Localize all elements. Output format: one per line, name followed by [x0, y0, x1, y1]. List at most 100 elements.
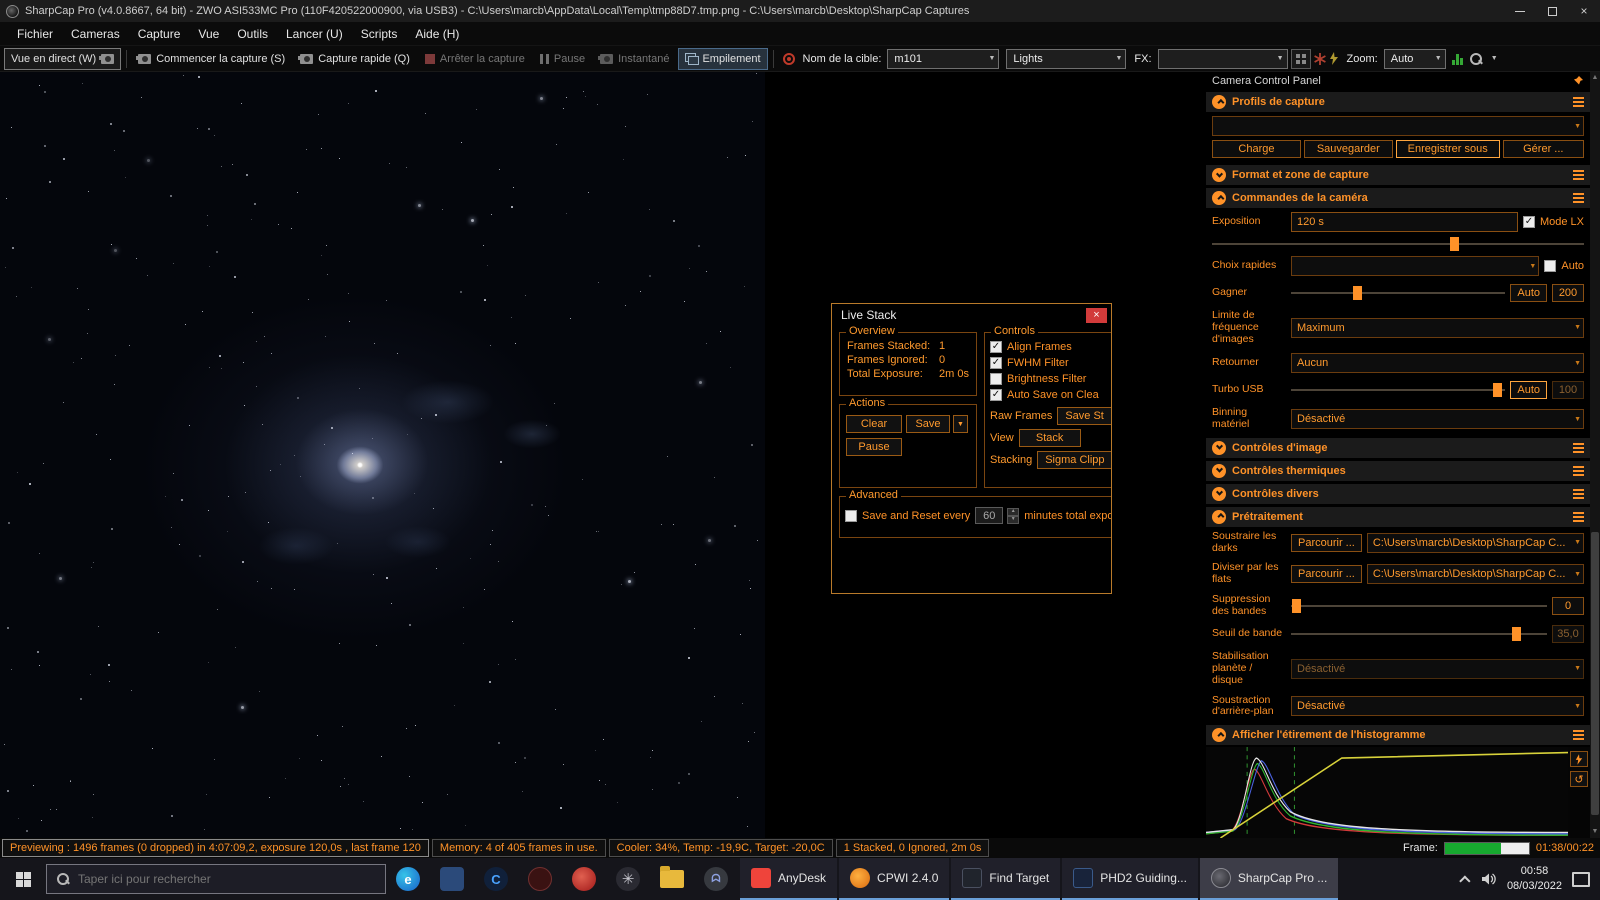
- usb-auto-button[interactable]: Auto: [1510, 381, 1547, 400]
- align-frames-checkbox[interactable]: ✓: [990, 341, 1002, 353]
- chevron-down-icon[interactable]: ▼: [1491, 55, 1498, 62]
- raw-frames-button[interactable]: Save St: [1057, 407, 1111, 425]
- fx-grid-button[interactable]: [1290, 48, 1311, 69]
- lightning-icon[interactable]: [1329, 52, 1339, 65]
- panel-scrollbar[interactable]: ▲ ▼: [1590, 72, 1600, 838]
- tray-expand-icon[interactable]: [1459, 875, 1471, 887]
- menu-vue[interactable]: Vue: [189, 24, 228, 44]
- taskbar-search[interactable]: [46, 864, 386, 894]
- section-controles-divers[interactable]: Contrôles divers: [1206, 483, 1590, 504]
- usb-turbo-slider[interactable]: [1291, 383, 1506, 398]
- taskbar-clock[interactable]: 00:58 08/03/2022: [1507, 864, 1562, 894]
- usb-value[interactable]: 100: [1552, 381, 1584, 400]
- flip-select[interactable]: Aucun ▼: [1291, 353, 1584, 374]
- scroll-up-arrow[interactable]: ▲: [1590, 72, 1600, 84]
- section-menu-icon[interactable]: [1573, 511, 1584, 522]
- clear-button[interactable]: Clear: [846, 415, 902, 433]
- gain-value[interactable]: 200: [1552, 284, 1584, 302]
- banding-threshold-value[interactable]: 35,0: [1552, 625, 1584, 644]
- frame-type-select[interactable]: Lights ▼: [1006, 48, 1127, 69]
- menu-cameras[interactable]: Cameras: [62, 24, 129, 44]
- taskbar-icon-discord[interactable]: ᗣ: [694, 858, 738, 900]
- search-input[interactable]: [78, 872, 376, 886]
- banding-suppression-slider[interactable]: [1291, 598, 1547, 613]
- reset-stretch-button[interactable]: ↺: [1570, 771, 1588, 787]
- pause-button[interactable]: Pause: [534, 48, 591, 70]
- section-menu-icon[interactable]: [1573, 442, 1584, 453]
- live-stack-close-button[interactable]: ×: [1086, 307, 1107, 323]
- minutes-input[interactable]: 60: [975, 507, 1004, 524]
- taskbar-app-phd2[interactable]: PHD2 Guiding...: [1062, 858, 1198, 900]
- save-dropdown-button[interactable]: ▼: [953, 415, 968, 433]
- section-menu-icon[interactable]: [1573, 193, 1584, 203]
- save-reset-checkbox[interactable]: ✓: [845, 509, 857, 522]
- planet-stabilization-select[interactable]: Désactivé ▼: [1291, 658, 1584, 679]
- darks-browse-button[interactable]: Parcourir ...: [1291, 533, 1362, 552]
- section-format-zone-capture[interactable]: Format et zone de capture: [1206, 165, 1590, 185]
- section-menu-icon[interactable]: [1573, 465, 1584, 476]
- taskbar-icon-app-red[interactable]: [562, 858, 606, 900]
- menu-capture[interactable]: Capture: [129, 24, 190, 44]
- banding-threshold-slider[interactable]: [1291, 627, 1547, 642]
- taskbar-app-sharpcap[interactable]: SharpCap Pro ...: [1199, 858, 1339, 900]
- menu-fichier[interactable]: Fichier: [8, 24, 62, 44]
- frame-rate-limit-select[interactable]: Maximum ▼: [1291, 317, 1584, 338]
- background-subtraction-select[interactable]: Désactivé ▼: [1291, 696, 1584, 717]
- pause-stack-button[interactable]: Pause: [846, 438, 902, 456]
- fx-select[interactable]: ▼: [1157, 48, 1288, 69]
- taskbar-app-cpwi[interactable]: CPWI 2.4.0: [839, 858, 950, 900]
- taskbar-app-find-target[interactable]: Find Target: [951, 858, 1061, 900]
- stacking-mode-button[interactable]: Sigma Clipp: [1037, 451, 1111, 469]
- maximize-button[interactable]: [1536, 0, 1568, 22]
- view-button[interactable]: Stack: [1018, 429, 1081, 447]
- histogram-widget[interactable]: ↺: [1206, 747, 1590, 838]
- clear-fx-asterisk-icon[interactable]: [1313, 52, 1326, 65]
- banding-value[interactable]: 0: [1552, 596, 1584, 615]
- taskbar-icon-app-c[interactable]: C: [474, 858, 518, 900]
- gerer-button[interactable]: Gérer ...: [1502, 140, 1584, 158]
- flats-browse-button[interactable]: Parcourir ...: [1291, 565, 1362, 583]
- auto-stretch-button[interactable]: [1570, 751, 1588, 767]
- pin-icon[interactable]: [1572, 75, 1584, 87]
- zoom-select[interactable]: Auto ▼: [1383, 48, 1446, 69]
- spin-down-icon[interactable]: ▼: [1007, 515, 1020, 524]
- taskbar-icon-file-explorer[interactable]: [650, 858, 694, 900]
- spin-up-icon[interactable]: ▲: [1007, 507, 1020, 516]
- minimize-button[interactable]: [1504, 0, 1536, 22]
- exposure-input[interactable]: 120 s: [1291, 212, 1518, 232]
- gain-slider[interactable]: [1291, 286, 1506, 300]
- section-pretraitement[interactable]: Prétraitement: [1206, 506, 1590, 527]
- taskbar-app-anydesk[interactable]: AnyDesk: [740, 858, 838, 900]
- stacking-button[interactable]: Empilement: [678, 47, 768, 70]
- close-button[interactable]: ×: [1568, 0, 1600, 22]
- slider-thumb[interactable]: [1449, 237, 1459, 251]
- section-histogram-stretch[interactable]: Afficher l'étirement de l'histogramme: [1206, 725, 1590, 745]
- menu-lancer[interactable]: Lancer (U): [277, 24, 352, 44]
- live-view-button[interactable]: Vue en direct (W): [4, 47, 122, 70]
- snapshot-button[interactable]: Instantané: [594, 48, 675, 70]
- section-controles-thermiques[interactable]: Contrôles thermiques: [1206, 460, 1590, 481]
- start-button[interactable]: [0, 858, 46, 900]
- minutes-spinner[interactable]: ▲ ▼: [1007, 507, 1020, 524]
- section-controles-image[interactable]: Contrôles d'image: [1206, 437, 1590, 458]
- sauvegarder-button[interactable]: Sauvegarder: [1303, 140, 1393, 158]
- taskbar-icon-app-dark[interactable]: [518, 858, 562, 900]
- section-menu-icon[interactable]: [1573, 170, 1584, 180]
- binning-select[interactable]: Désactivé ▼: [1291, 409, 1584, 429]
- taskbar-icon-edge[interactable]: e: [386, 858, 430, 900]
- slider-thumb[interactable]: [1492, 383, 1502, 398]
- brightness-filter-checkbox[interactable]: ✓: [990, 373, 1002, 385]
- flats-path-select[interactable]: C:\Users\marcb\Desktop\SharpCap C... ▼: [1366, 564, 1584, 584]
- target-name-select[interactable]: m101 ▼: [887, 48, 1000, 69]
- slider-thumb[interactable]: [1512, 627, 1522, 642]
- stop-capture-button[interactable]: Arrêter la capture: [419, 48, 531, 70]
- magnifier-icon[interactable]: [1469, 52, 1483, 66]
- slider-thumb[interactable]: [1292, 598, 1302, 613]
- darks-path-select[interactable]: C:\Users\marcb\Desktop\SharpCap C... ▼: [1366, 532, 1584, 553]
- enregistrer-sous-button[interactable]: Enregistrer sous: [1395, 140, 1500, 158]
- section-profils-de-capture[interactable]: Profils de capture: [1206, 92, 1590, 112]
- taskbar-icon-app-blue[interactable]: [430, 858, 474, 900]
- save-button[interactable]: Save: [906, 415, 950, 433]
- menu-aide[interactable]: Aide (H): [406, 24, 468, 44]
- notification-center-icon[interactable]: [1572, 871, 1590, 887]
